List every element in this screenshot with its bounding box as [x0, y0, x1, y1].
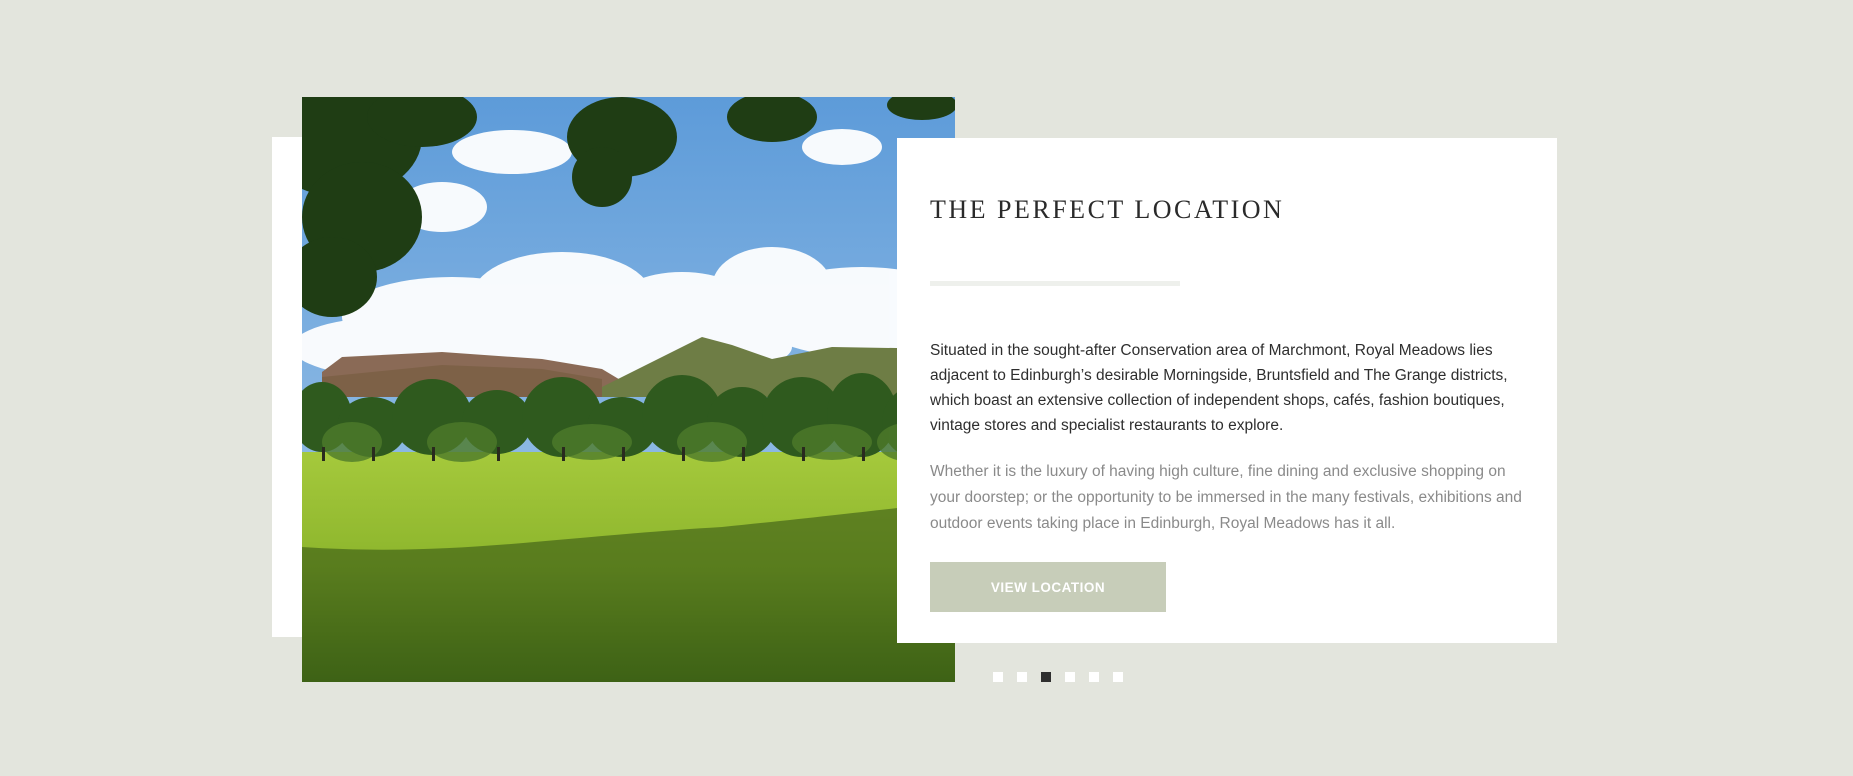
lead-paragraph: Situated in the sought-after Conservatio… [930, 342, 1508, 435]
carousel-dot-6[interactable] [1113, 672, 1123, 682]
carousel-dot-2[interactable] [1017, 672, 1027, 682]
section-title: THE PERFECT LOCATION [930, 195, 1285, 224]
body-paragraph: Whether it is the luxury of having high … [930, 463, 1522, 533]
carousel-dot-1[interactable] [993, 672, 1003, 682]
park-landscape-image [302, 97, 955, 682]
carousel-dot-5[interactable] [1089, 672, 1099, 682]
carousel-dot-4[interactable] [1065, 672, 1075, 682]
carousel-pagination [993, 672, 1123, 682]
location-info-card: THE PERFECT LOCATION Situated in the sou… [897, 138, 1557, 643]
title-divider [930, 281, 1180, 287]
carousel-dot-3[interactable] [1041, 672, 1051, 682]
view-location-button[interactable]: VIEW LOCATION [930, 562, 1166, 613]
